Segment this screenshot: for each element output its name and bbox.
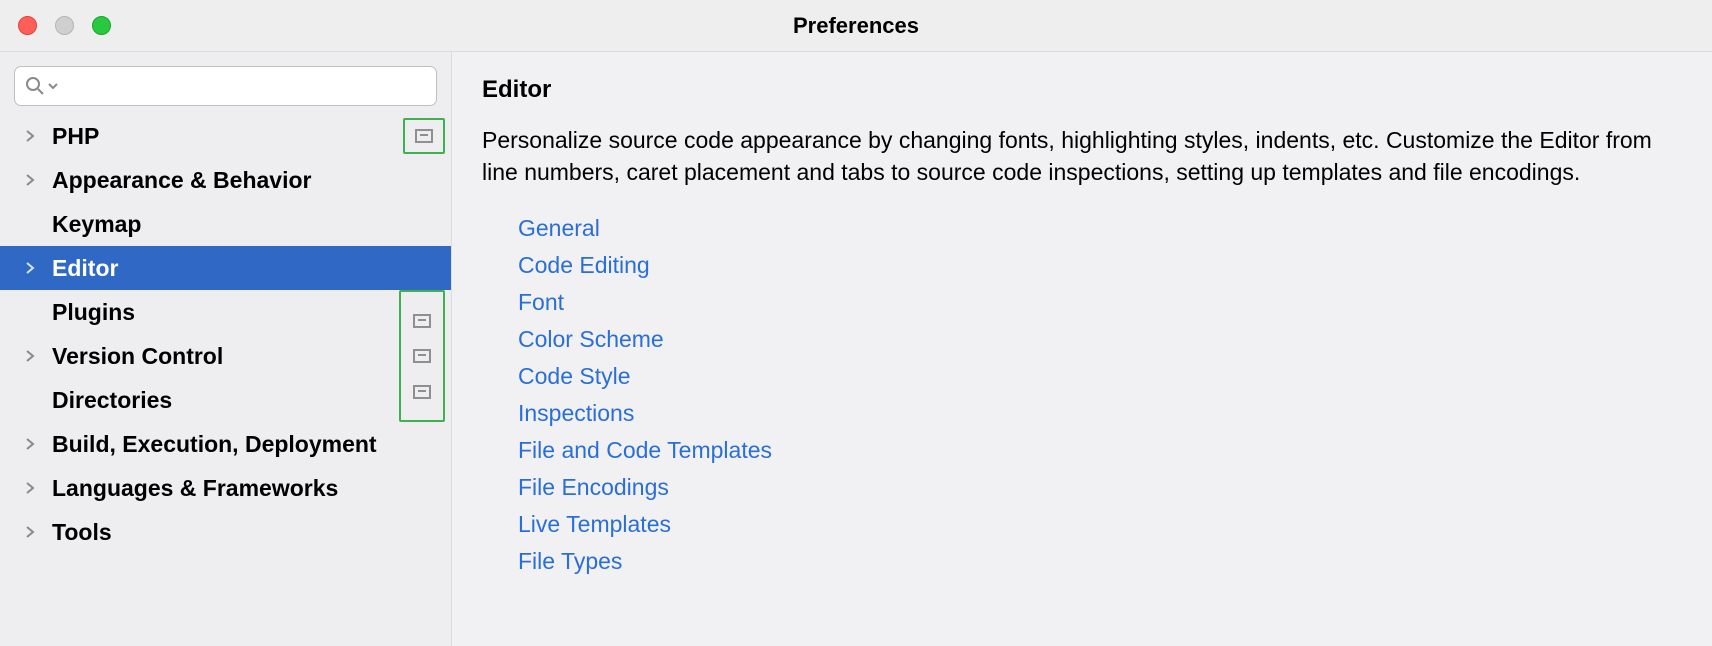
main-panel: Editor Personalize source code appearanc… (452, 52, 1712, 646)
chevron-right-icon (20, 262, 40, 274)
chevron-down-icon (47, 76, 59, 96)
tree-item-label: PHP (52, 123, 403, 150)
page-heading: Editor (482, 76, 1682, 104)
project-settings-icon (403, 118, 445, 154)
link-code-editing[interactable]: Code Editing (518, 247, 1682, 284)
window-title: Preferences (0, 13, 1712, 39)
window-controls (0, 16, 111, 35)
tree-item-label: Keymap (52, 211, 445, 238)
tree-item-label: Appearance & Behavior (52, 167, 445, 194)
chevron-right-icon (20, 350, 40, 362)
tree-item-label: Directories (52, 387, 445, 414)
link-general[interactable]: General (518, 210, 1682, 247)
link-code-style[interactable]: Code Style (518, 358, 1682, 395)
project-settings-icon (413, 314, 431, 328)
link-file-and-code-templates[interactable]: File and Code Templates (518, 432, 1682, 469)
search-icon (25, 76, 45, 96)
chevron-right-icon (20, 174, 40, 186)
link-live-templates[interactable]: Live Templates (518, 506, 1682, 543)
search-input[interactable] (65, 74, 426, 99)
link-font[interactable]: Font (518, 284, 1682, 321)
close-window-button[interactable] (18, 16, 37, 35)
project-settings-icon-group (399, 290, 445, 422)
link-color-scheme[interactable]: Color Scheme (518, 321, 1682, 358)
tree-item-label: Build, Execution, Deployment (52, 431, 445, 458)
chevron-right-icon (20, 130, 40, 142)
tree-item-label: Editor (52, 255, 445, 282)
tree-item-label: Tools (52, 519, 445, 546)
project-settings-icon (413, 349, 431, 363)
zoom-window-button[interactable] (92, 16, 111, 35)
search-field[interactable] (14, 66, 437, 106)
minimize-window-button[interactable] (55, 16, 74, 35)
chevron-right-icon (20, 526, 40, 538)
tree-item-php[interactable]: PHP (0, 114, 451, 158)
project-settings-icon (413, 385, 431, 399)
chevron-right-icon (20, 482, 40, 494)
titlebar: Preferences (0, 0, 1712, 52)
link-file-types[interactable]: File Types (518, 543, 1682, 580)
project-scoped-group: Plugins Version Control Directories (0, 290, 451, 422)
link-file-encodings[interactable]: File Encodings (518, 469, 1682, 506)
tree-item-version-control[interactable]: Version Control (0, 334, 451, 378)
sidebar: PHP Appearance & Behavior Keymap (0, 52, 452, 646)
tree-item-appearance-behavior[interactable]: Appearance & Behavior (0, 158, 451, 202)
tree-item-label: Version Control (52, 343, 445, 370)
link-inspections[interactable]: Inspections (518, 395, 1682, 432)
settings-tree: PHP Appearance & Behavior Keymap (0, 114, 451, 554)
tree-item-build-execution-deployment[interactable]: Build, Execution, Deployment (0, 422, 451, 466)
tree-item-keymap[interactable]: Keymap (0, 202, 451, 246)
tree-item-tools[interactable]: Tools (0, 510, 451, 554)
page-description: Personalize source code appearance by ch… (482, 124, 1682, 188)
editor-subpage-links: General Code Editing Font Color Scheme C… (482, 210, 1682, 580)
tree-item-label: Languages & Frameworks (52, 475, 445, 502)
tree-item-directories[interactable]: Directories (0, 378, 451, 422)
tree-item-plugins[interactable]: Plugins (0, 290, 451, 334)
chevron-right-icon (20, 438, 40, 450)
tree-item-label: Plugins (52, 299, 445, 326)
tree-item-editor[interactable]: Editor (0, 246, 451, 290)
tree-item-languages-frameworks[interactable]: Languages & Frameworks (0, 466, 451, 510)
